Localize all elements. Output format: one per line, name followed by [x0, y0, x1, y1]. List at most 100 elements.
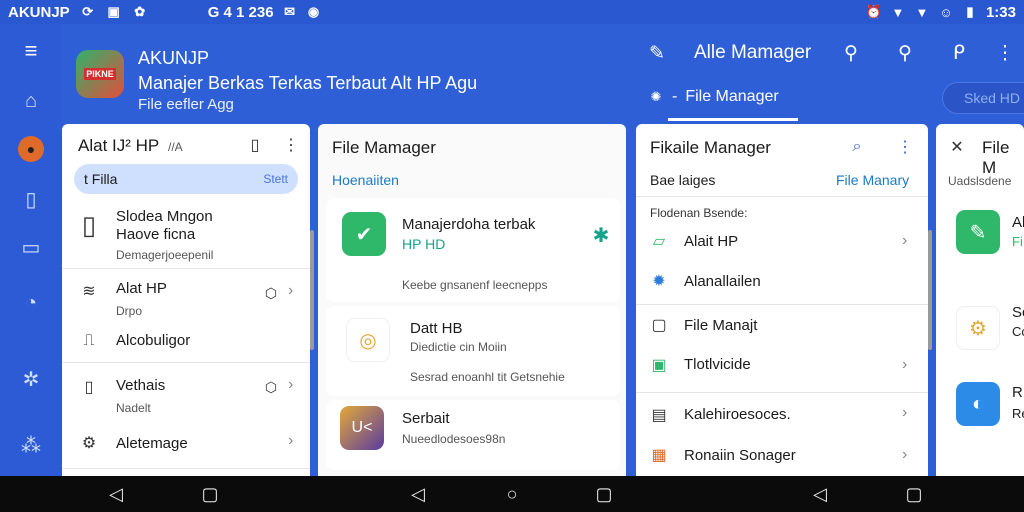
alarm-icon: ⏰: [865, 4, 883, 19]
panel-tools: Alat IJ² HP //A ▯ ⋮ t Filla Stett ▯ Slod…: [62, 124, 310, 476]
home-icon[interactable]: ○: [502, 484, 522, 504]
pin-icon[interactable]: ᑭ: [946, 40, 972, 66]
image-icon: ▱: [652, 233, 666, 250]
chart-icon: ▣: [651, 357, 667, 374]
partial-letter: Cc: [1012, 324, 1024, 339]
panel-title-extra: //A: [168, 140, 183, 154]
device-line-3: Demagerjoeepenil: [116, 248, 214, 262]
divider: [636, 304, 928, 305]
sort-label: Bae laiges: [650, 172, 716, 188]
list-item-label: File Manajt: [684, 317, 758, 334]
app-tile-icon: U<: [340, 406, 384, 450]
app-logo: PIKNE: [76, 50, 124, 98]
card-item[interactable]: ◎ Datt HB Diedictie cin Moiin Sesrad eno…: [326, 306, 620, 396]
window-icon: ▤: [651, 407, 667, 424]
status-bar: AKUNJP ⟳ ▣ ✿ G 4 1 236 ✉ ◉ ⏰ ▼ ▼ ☺ ▮ 1:3…: [0, 0, 1024, 24]
search-action[interactable]: Stett: [263, 172, 288, 186]
image-icon: ▣: [107, 4, 120, 19]
app-name: AKUNJP: [138, 48, 210, 68]
file-icon: ▯: [84, 379, 94, 396]
recents-icon[interactable]: ▢: [904, 484, 924, 504]
panel-link[interactable]: Hoenaiiten: [332, 172, 399, 188]
partial-letter: R: [1012, 384, 1023, 401]
star-icon[interactable]: ✱: [590, 224, 612, 247]
gear-icon: ⚙: [81, 435, 97, 452]
close-icon[interactable]: ✕: [946, 136, 968, 158]
list-item-sub: Drpo: [116, 304, 143, 318]
tab-indicator: [668, 118, 798, 121]
scrollbar[interactable]: [928, 230, 932, 350]
document-icon[interactable]: ▯: [244, 134, 266, 156]
panel-title: File Mamager: [332, 138, 436, 157]
split-icon[interactable]: ▯: [18, 186, 44, 212]
menu-icon[interactable]: ≡: [18, 38, 44, 64]
edit-icon[interactable]: ✎: [644, 40, 670, 66]
divider: [62, 268, 310, 269]
list-item-label: Alat HP: [116, 280, 167, 297]
more-vert-icon[interactable]: ⋮: [992, 40, 1018, 66]
back-icon[interactable]: ◁: [810, 484, 830, 504]
card-sub: Nueedlodesoes98n: [402, 432, 506, 446]
search-input[interactable]: t Filla Stett: [74, 164, 298, 194]
shield-icon: ⬡: [264, 378, 278, 395]
search-icon[interactable]: ⚲: [892, 40, 918, 66]
recents-icon[interactable]: ▢: [594, 484, 614, 504]
chevron-right-icon: ›: [902, 232, 908, 249]
tab-file-manager[interactable]: ✺ - File Manager: [648, 88, 779, 106]
home-icon[interactable]: ⌂: [18, 88, 44, 114]
card-title: Datt HB: [410, 320, 463, 337]
panel-title: File M: [982, 138, 1010, 177]
record-icon[interactable]: ●: [18, 136, 44, 162]
check-icon: ✔: [342, 212, 386, 256]
apps-icon[interactable]: ⁂: [18, 432, 44, 458]
folder-icon[interactable]: ▭: [18, 234, 44, 260]
list-item-label: Kalehiroesoces.: [684, 406, 791, 423]
list-item-label: Alanallailen: [684, 273, 761, 290]
list-item-sub: Nadelt: [116, 401, 151, 415]
search-icon: ⚙: [956, 306, 1000, 350]
list-item-label: Alait HP: [684, 233, 739, 250]
divider: [636, 196, 928, 197]
pill-button[interactable]: Sked HD: [942, 82, 1024, 114]
square-icon: ▢: [651, 317, 667, 334]
list-item-label: Vethais: [116, 377, 166, 394]
app-subtitle-2: File eefler Agg: [138, 96, 234, 113]
logo-text: PIKNE: [84, 68, 116, 80]
device-line-1: Slodea Mngon: [116, 208, 213, 225]
gear-icon: ✹: [652, 273, 666, 290]
more-vert-icon[interactable]: ⋮: [280, 134, 302, 156]
panel-title: Fikaile Manager: [650, 138, 771, 157]
document-search-icon[interactable]: ⌕: [846, 136, 868, 158]
search-icon[interactable]: ⚲: [838, 40, 864, 66]
navigation-rail: ≡ ⌂ ● ▯ ▭ ◔ ✲ ⁂: [0, 24, 62, 476]
divider: [62, 362, 310, 363]
card-desc: Keebe gnsanenf leecnepps: [402, 278, 548, 292]
face-icon: ☺: [939, 4, 953, 20]
scrollbar[interactable]: [310, 230, 314, 350]
thumb-icon: ⎍: [83, 332, 95, 349]
recents-icon[interactable]: ▢: [200, 484, 220, 504]
card-item[interactable]: U< Serbait Nueedlodesoes98n: [326, 400, 620, 470]
card-item[interactable]: ✔ Manajerdoha terbak HP HD ✱ Keebe gnsan…: [326, 198, 620, 302]
list-item-label: Alcobuligor: [116, 332, 191, 349]
status-time: 1:33: [985, 3, 1016, 21]
panel-link[interactable]: File Manary: [836, 172, 909, 188]
chevron-right-icon: ›: [902, 404, 908, 421]
chevron-right-icon: ›: [902, 446, 908, 463]
more-vert-icon[interactable]: ⋮: [894, 136, 916, 158]
panel-file-manager: File Mamager Hoenaiiten ✔ Manajerdoha te…: [318, 124, 626, 476]
folder-icon: ▦: [651, 447, 667, 464]
check-icon: ✎: [956, 210, 1000, 254]
chevron-right-icon: ›: [288, 432, 294, 449]
gear-icon[interactable]: ✲: [18, 366, 44, 392]
mail-icon: ✉: [284, 4, 296, 19]
card-sub: Diedictie cin Moiin: [410, 340, 507, 354]
wifi-icon: ≋: [82, 283, 96, 300]
clock-icon[interactable]: ◔: [18, 290, 44, 316]
battery-icon: ▮: [966, 4, 974, 19]
app-bar: PIKNE AKUNJP Manajer Berkas Terkas Terba…: [62, 24, 1024, 124]
search-icon: ◎: [346, 318, 390, 362]
list-item-label: Ronaiin Sonager: [684, 447, 796, 464]
back-icon[interactable]: ◁: [408, 484, 428, 504]
back-icon[interactable]: ◁: [106, 484, 126, 504]
